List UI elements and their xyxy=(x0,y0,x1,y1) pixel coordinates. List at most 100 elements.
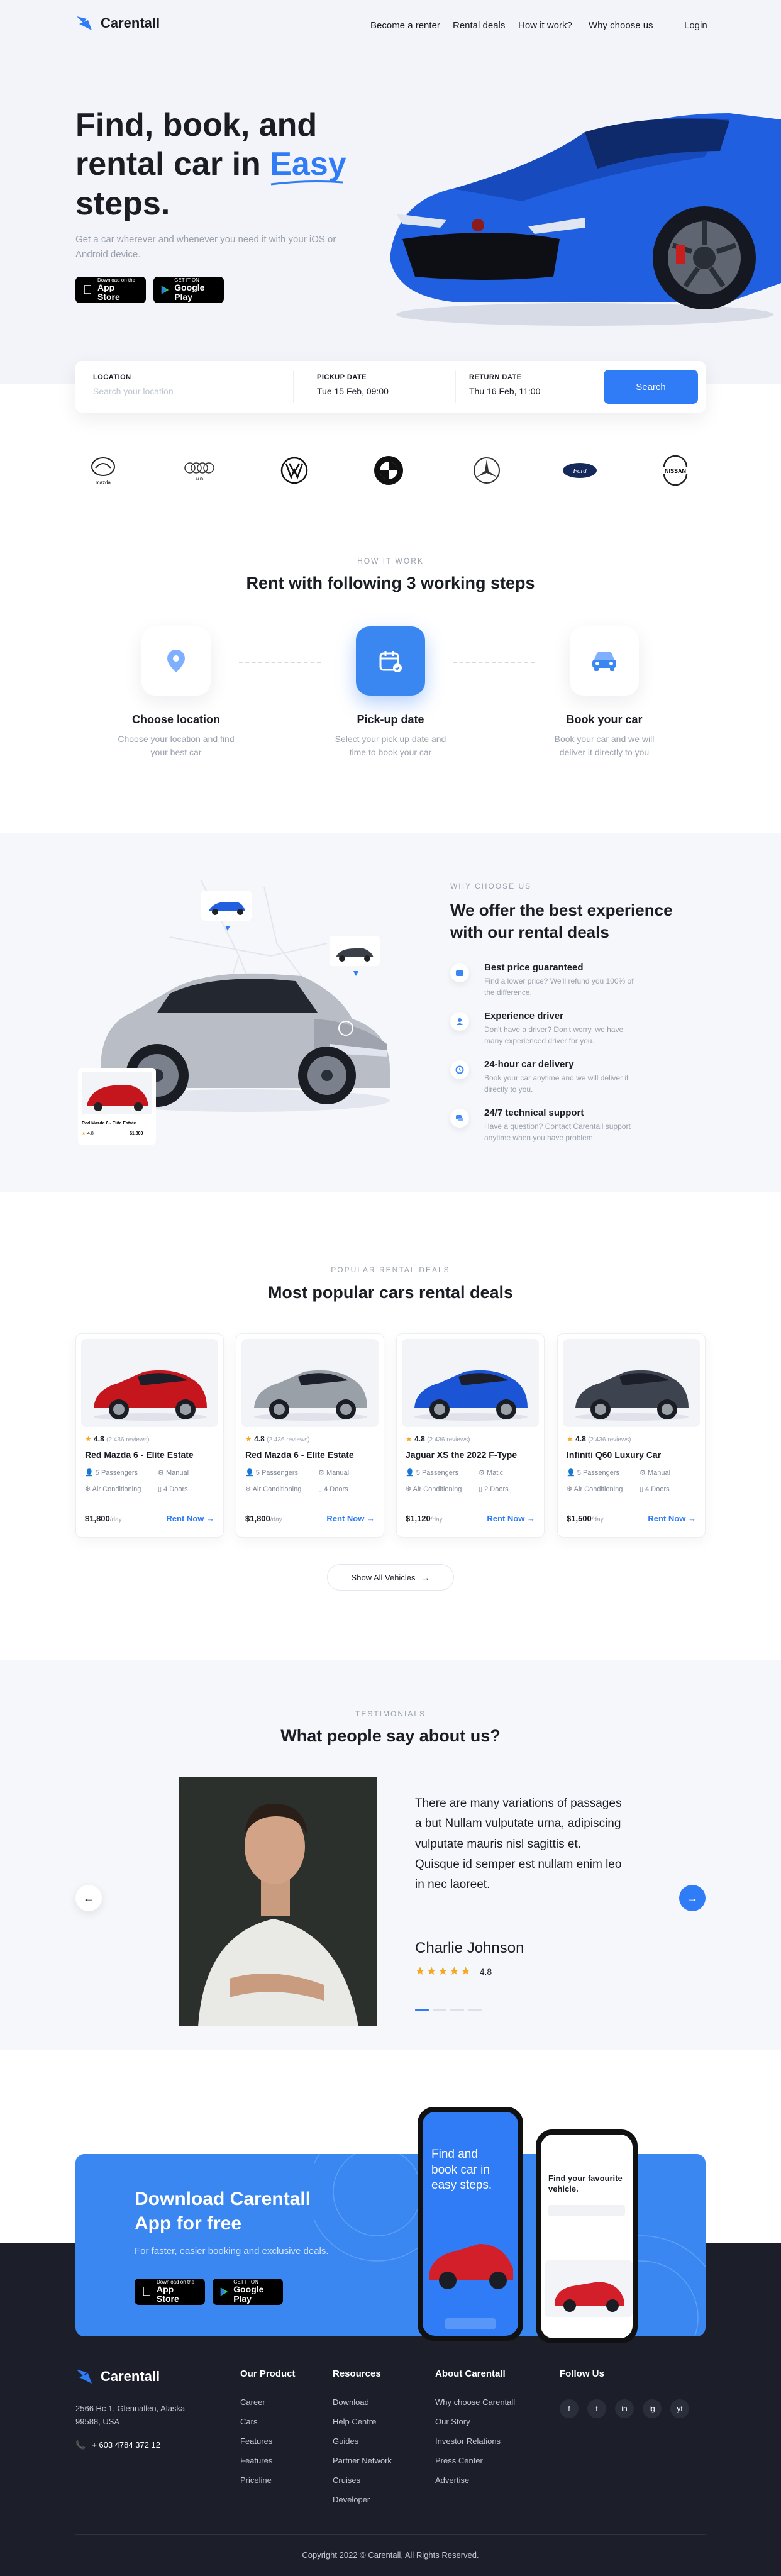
next-arrow-button[interactable]: → xyxy=(679,1885,706,1911)
facebook-icon[interactable]: f xyxy=(560,2399,579,2418)
brand-audi-logo: AUDI xyxy=(181,452,219,489)
doors-spec: ▯ 4 Doors xyxy=(318,1485,348,1493)
car-card[interactable]: ★ 4.8 (2.436 reviews) Jaguar XS the 2022… xyxy=(396,1333,545,1538)
svg-text:★: ★ xyxy=(82,1131,86,1136)
footer-link[interactable]: Cars xyxy=(240,2417,257,2426)
brand-nissan-logo: NISSAN xyxy=(656,452,694,489)
youtube-icon[interactable]: yt xyxy=(670,2399,689,2418)
carousel-dot-active[interactable] xyxy=(415,2009,429,2011)
nav-become-renter[interactable]: Become a renter xyxy=(370,20,440,31)
nav-rental-deals[interactable]: Rental deals xyxy=(453,20,505,31)
footer-brand-logo[interactable]: Carentall xyxy=(75,2368,160,2385)
rent-now-button[interactable]: Rent Now → xyxy=(166,1514,214,1523)
return-date-field[interactable]: RETURN DATE Thu 16 Feb, 11:00 xyxy=(469,374,540,396)
footer-link[interactable]: Features xyxy=(240,2436,272,2446)
app-store-button[interactable]:  Download on theApp Store xyxy=(75,277,146,303)
pickup-date-field[interactable]: PICKUP DATE Tue 15 Feb, 09:00 xyxy=(317,374,389,396)
user-icon: 👤 xyxy=(85,1469,94,1477)
feature-experience-driver: Experience driver Don't have a driver? Do… xyxy=(450,1011,639,1046)
why-illustration: Red Mazda 6 - Elite Estate ★ 4.8 $1,800 xyxy=(78,880,390,1145)
nav-how-it-work[interactable]: How it work? xyxy=(518,20,572,31)
footer-link[interactable]: Developer xyxy=(333,2495,370,2504)
car-card[interactable]: ★ 4.8 (2.436 reviews) Red Mazda 6 - Elit… xyxy=(236,1333,384,1538)
download-subtitle: For faster, easier booking and exclusive… xyxy=(135,2246,329,2257)
footer-link[interactable]: Priceline xyxy=(240,2475,272,2485)
google-play-icon xyxy=(161,286,169,294)
carousel-dot[interactable] xyxy=(433,2009,446,2011)
rent-now-button[interactable]: Rent Now → xyxy=(326,1514,375,1523)
nav-why-choose-us[interactable]: Why choose us xyxy=(589,20,653,31)
door-icon: ▯ xyxy=(318,1485,323,1493)
star-icon: ★ xyxy=(85,1435,92,1443)
carousel-dot[interactable] xyxy=(450,2009,464,2011)
snowflake-icon: ❄ xyxy=(406,1485,412,1493)
rent-now-button[interactable]: Rent Now → xyxy=(487,1514,535,1523)
transmission-spec: ⚙ Manual xyxy=(640,1469,671,1477)
prev-arrow-button[interactable]: ← xyxy=(75,1885,102,1911)
download-app-store-button[interactable]:  Download on theApp Store xyxy=(135,2279,205,2305)
location-field[interactable]: LOCATION Search your location xyxy=(93,374,174,396)
rent-now-button[interactable]: Rent Now → xyxy=(648,1514,696,1523)
testimonial-quote: There are many variations of passages a … xyxy=(415,1797,622,1892)
brand-name: Carentall xyxy=(101,15,160,31)
divider xyxy=(455,371,456,402)
google-play-button[interactable]: GET IT ON Google Play xyxy=(153,277,224,303)
login-link[interactable]: Login xyxy=(684,20,707,31)
ac-spec: ❄ Air Conditioning xyxy=(85,1485,141,1493)
google-play-icon xyxy=(220,2287,228,2296)
wallet-icon xyxy=(450,963,469,982)
brand-logo[interactable]: Carentall xyxy=(75,15,160,31)
hero-title: Find, book, and rental car in Easy steps… xyxy=(75,106,346,223)
instagram-icon[interactable]: ig xyxy=(643,2399,662,2418)
brand-vw-logo xyxy=(275,452,313,489)
apple-icon:  xyxy=(142,2285,152,2299)
gear-icon: ⚙ xyxy=(640,1469,646,1477)
footer-link[interactable]: Guides xyxy=(333,2436,358,2446)
hero-title-line3: steps. xyxy=(75,185,170,222)
how-title: Rent with following 3 working steps xyxy=(246,574,535,592)
ac-spec: ❄ Air Conditioning xyxy=(406,1485,462,1493)
footer-phone[interactable]: 📞 + 603 4784 372 12 xyxy=(75,2440,160,2450)
footer-link[interactable]: Press Center xyxy=(435,2456,483,2465)
search-button[interactable]: Search xyxy=(604,370,698,404)
svg-text:mazda: mazda xyxy=(96,480,111,486)
footer-divider xyxy=(75,2534,706,2535)
show-all-vehicles-button[interactable]: Show All Vehicles → xyxy=(327,1564,454,1591)
footer-link[interactable]: Advertise xyxy=(435,2475,469,2485)
footer-link[interactable]: Cruises xyxy=(333,2475,360,2485)
footer-link[interactable]: Why choose Carentall xyxy=(435,2397,515,2407)
footer-link[interactable]: Help Centre xyxy=(333,2417,376,2426)
footer-link[interactable]: Download xyxy=(333,2397,369,2407)
snowflake-icon: ❄ xyxy=(245,1485,252,1493)
footer-link[interactable]: Investor Relations xyxy=(435,2436,501,2446)
car-card[interactable]: ★ 4.8 (2.436 reviews) Red Mazda 6 - Elit… xyxy=(75,1333,224,1538)
twitter-icon[interactable]: t xyxy=(587,2399,606,2418)
hero-car-image xyxy=(390,113,781,326)
hero-title-highlight: Easy xyxy=(270,146,346,186)
footer-link[interactable]: Career xyxy=(240,2397,265,2407)
arrow-left-icon: ← xyxy=(83,1891,94,1904)
carousel-dot[interactable] xyxy=(468,2009,482,2011)
user-icon: 👤 xyxy=(245,1469,254,1477)
feature-best-price: Best price guaranteed Find a lower price?… xyxy=(450,962,639,998)
footer-link[interactable]: Features xyxy=(240,2456,272,2465)
footer-address: 2566 Hc 1, Glennallen, Alaska 99588, USA xyxy=(75,2404,186,2426)
footer-link[interactable]: Partner Network xyxy=(333,2456,392,2465)
transmission-spec: ⚙ Manual xyxy=(158,1469,189,1477)
passengers-spec: 👤 5 Passengers xyxy=(245,1469,299,1477)
car-name: Red Mazda 6 - Elite Estate xyxy=(85,1450,194,1460)
apple-icon:  xyxy=(83,283,92,297)
brand-mercedes-logo xyxy=(468,452,506,489)
car-price: $1,800/day xyxy=(245,1514,282,1523)
driver-icon xyxy=(450,1012,469,1031)
footer-link[interactable]: Our Story xyxy=(435,2417,470,2426)
arrow-right-icon: → xyxy=(687,1891,698,1904)
linkedin-icon[interactable]: in xyxy=(615,2399,634,2418)
car-card[interactable]: ★ 4.8 (2.436 reviews) Infiniti Q60 Luxur… xyxy=(557,1333,706,1538)
download-google-play-button[interactable]: GET IT ON Google Play xyxy=(213,2279,283,2305)
step-pickup-date: Pick-up date Select your pick up date an… xyxy=(328,626,453,759)
snowflake-icon: ❄ xyxy=(85,1485,91,1493)
arrow-right-icon: → xyxy=(421,1572,430,1582)
svg-text:$1,800: $1,800 xyxy=(130,1131,143,1136)
gear-icon: ⚙ xyxy=(318,1469,324,1477)
